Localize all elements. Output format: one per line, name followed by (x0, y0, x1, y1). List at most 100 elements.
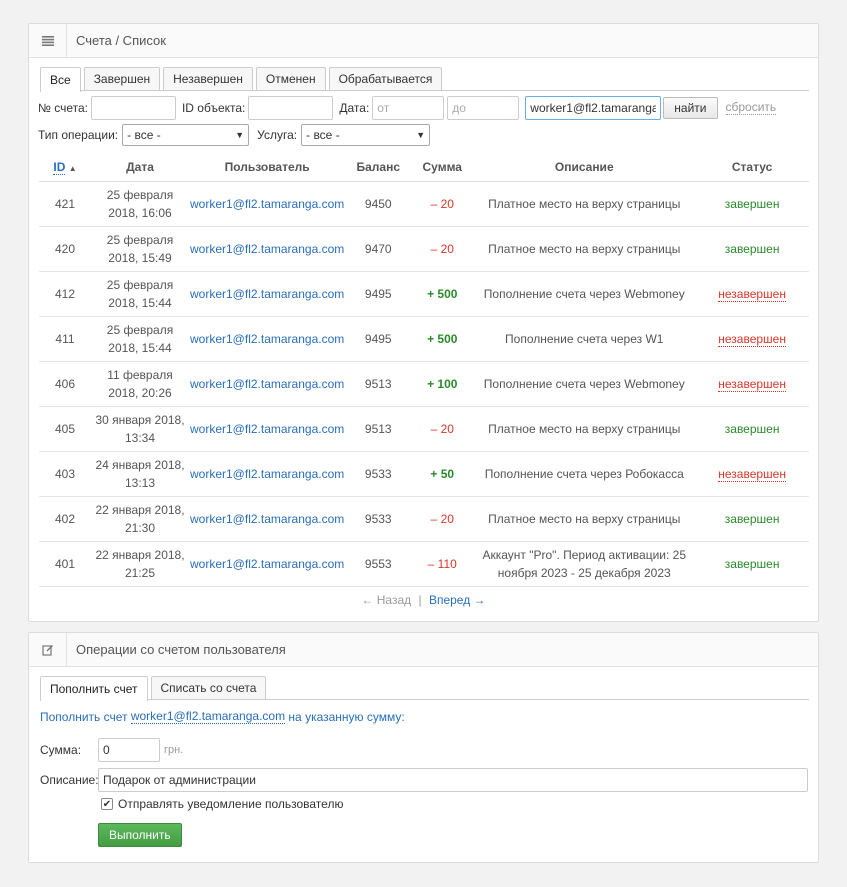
table-row: 421 25 февраля 2018, 16:06 worker1@fl2.tama… (39, 181, 809, 227)
status-badge[interactable]: незавершен (718, 466, 786, 482)
chevron-down-icon: ▼ (235, 130, 245, 140)
tab-processing[interactable]: Обрабатывается (328, 67, 443, 90)
operation-tabs: Пополнить счет Списать со счета (40, 676, 809, 701)
status-badge[interactable]: незавершен (718, 376, 786, 392)
account-no-input[interactable] (90, 96, 176, 120)
col-id[interactable]: ID ▲ (39, 154, 91, 182)
user-link[interactable]: worker1@fl2.tamaranga.com (190, 422, 344, 436)
cell-date: 25 февраля 2018, 15:49 (91, 226, 189, 272)
cell-id: 402 (39, 496, 91, 542)
submit-button[interactable]: Выполнить (98, 823, 182, 847)
cell-date-line1: 22 января 2018, (95, 547, 185, 562)
accounts-panel-header: Счета / Список (29, 23, 818, 58)
cell-balance: 9553 (345, 541, 412, 587)
cell-user: worker1@fl2.tamaranga.com (189, 271, 346, 317)
user-link[interactable]: worker1@fl2.tamaranga.com (190, 332, 344, 346)
cell-user: worker1@fl2.tamaranga.com (189, 406, 346, 452)
operations-panel-header: Операции со счетом пользователя (29, 632, 818, 667)
user-search-input[interactable] (525, 96, 662, 120)
cell-description: Платное место на верху страницы (473, 226, 696, 272)
cell-date-line2: 21:25 (124, 565, 156, 580)
tab-incomplete[interactable]: Незавершен (163, 67, 253, 90)
cell-date: 25 февраля 2018, 16:06 (91, 181, 189, 227)
description-input[interactable] (98, 768, 808, 792)
cell-balance: 9513 (345, 406, 412, 452)
tab-top-up[interactable]: Пополнить счет (40, 676, 148, 701)
cell-date-line1: 25 февраля (106, 232, 174, 247)
cell-date: 25 февраля 2018, 15:44 (91, 316, 189, 362)
cell-sum: + 100 (411, 361, 474, 407)
cell-desc-line1: Пополнение счета через Webmoney (483, 286, 685, 301)
table-row: 401 22 января 2018, 21:25 worker1@fl2.tamar… (39, 541, 809, 587)
tab-withdraw[interactable]: Списать со счета (150, 676, 267, 699)
reset-link[interactable]: сбросить (725, 101, 777, 115)
operations-panel: Операции со счетом пользователя Пополнит… (28, 632, 819, 863)
cell-status: незавершен (695, 316, 809, 362)
date-from-input[interactable] (372, 96, 445, 120)
col-date: Дата (91, 154, 189, 182)
tab-cancelled[interactable]: Отменен (255, 67, 326, 90)
cell-sum: – 110 (411, 541, 474, 587)
cell-date-line2: 2018, 15:44 (108, 340, 172, 355)
cell-desc-line1: Аккаунт "Pro". Период активации: 25 (482, 547, 686, 562)
cell-sum: + 500 (411, 316, 474, 362)
table-row: 403 24 января 2018, 13:13 worker1@fl2.tamar… (39, 451, 809, 497)
cell-date-line2: 13:34 (124, 430, 156, 445)
cell-user: worker1@fl2.tamaranga.com (189, 181, 346, 227)
pager-next[interactable]: Вперед → (429, 593, 486, 607)
service-select[interactable]: - все - ▼ (301, 124, 431, 146)
cell-date-line2: 13:13 (124, 475, 156, 490)
tab-all[interactable]: Все (40, 67, 81, 92)
service-label: Услуга: (257, 128, 298, 142)
service-value: - все - (306, 128, 340, 142)
op-type-value: - все - (127, 128, 161, 142)
description-row: Описание: (40, 768, 808, 792)
cell-desc-line1: Пополнение счета через Webmoney (483, 376, 685, 391)
hint-prefix: Пополнить счет (40, 709, 131, 724)
cell-status: завершен (695, 406, 809, 452)
user-link[interactable]: worker1@fl2.tamaranga.com (190, 287, 344, 301)
notify-checkbox[interactable]: ✔ (101, 798, 113, 810)
op-type-select[interactable]: - все - ▼ (122, 124, 250, 146)
user-link[interactable]: worker1@fl2.tamaranga.com (190, 377, 344, 391)
cell-balance: 9533 (345, 496, 412, 542)
date-to-input[interactable] (447, 96, 520, 120)
cell-description: Пополнение счета через Робокасса (473, 451, 696, 497)
cell-description: Пополнение счета через Webmoney (473, 271, 696, 317)
tab-completed[interactable]: Завершен (83, 67, 161, 90)
edit-icon[interactable] (29, 632, 67, 667)
cell-description: Пополнение счета через Webmoney (473, 361, 696, 407)
cell-date: 30 января 2018, 13:34 (91, 406, 189, 452)
table-row: 411 25 февраля 2018, 15:44 worker1@fl2.tama… (39, 316, 809, 362)
table-row: 412 25 февраля 2018, 15:44 worker1@fl2.tama… (39, 271, 809, 317)
list-icon[interactable] (29, 23, 67, 58)
cell-desc-line1: Платное место на верху страницы (488, 511, 681, 526)
cell-status: незавершен (695, 361, 809, 407)
cell-user: worker1@fl2.tamaranga.com (189, 316, 346, 362)
cell-status: завершен (695, 496, 809, 542)
user-link[interactable]: worker1@fl2.tamaranga.com (190, 242, 344, 256)
cell-date-line1: 25 февраля (106, 277, 174, 292)
status-tabs: Все Завершен Незавершен Отменен Обрабаты… (40, 67, 809, 92)
cell-date-line2: 2018, 15:44 (108, 295, 172, 310)
table-header-row: ID ▲ Дата Пользователь Баланс Сумма Опис… (39, 154, 809, 182)
cell-desc-line1: Пополнение счета через Робокасса (484, 466, 684, 481)
cell-id: 421 (39, 181, 91, 227)
user-link[interactable]: worker1@fl2.tamaranga.com (190, 467, 344, 481)
status-badge[interactable]: незавершен (718, 331, 786, 347)
object-id-input[interactable] (248, 96, 334, 120)
operation-hint: Пополнить счет worker1@fl2.tamaranga.com… (40, 709, 405, 724)
notify-label: Отправлять уведомление пользователю (118, 797, 344, 811)
user-link[interactable]: worker1@fl2.tamaranga.com (190, 197, 344, 211)
amount-input[interactable] (98, 738, 160, 762)
status-badge[interactable]: незавершен (718, 286, 786, 302)
cell-id: 411 (39, 316, 91, 362)
submit-row: Выполнить (98, 823, 182, 847)
cell-description: Аккаунт "Pro". Период активации: 25 ноябр… (473, 541, 696, 587)
cell-date-line2: 2018, 15:49 (108, 250, 172, 265)
find-button[interactable]: найти (663, 97, 718, 119)
user-link[interactable]: worker1@fl2.tamaranga.com (190, 512, 344, 526)
accounts-table: ID ▲ Дата Пользователь Баланс Сумма Опис… (39, 154, 809, 587)
user-link[interactable]: worker1@fl2.tamaranga.com (190, 557, 344, 571)
table-row: 405 30 января 2018, 13:34 worker1@fl2.tamar… (39, 406, 809, 452)
